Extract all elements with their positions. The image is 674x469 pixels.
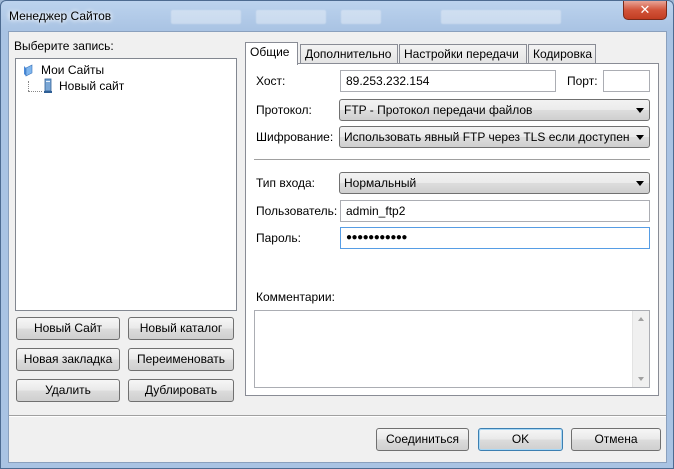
title-bar[interactable]: Менеджер Сайтов ✕: [1, 1, 673, 31]
new-folder-button[interactable]: Новый каталог: [128, 317, 234, 340]
encryption-value: Использовать явный FTP через TLS если до…: [344, 130, 630, 144]
divider: [254, 159, 650, 161]
encryption-select[interactable]: Использовать явный FTP через TLS если до…: [339, 126, 650, 148]
tab-advanced[interactable]: Дополнительно: [300, 44, 398, 64]
protocol-value: FTP - Протокол передачи файлов: [344, 103, 533, 117]
chevron-down-icon: [636, 181, 644, 186]
connect-button[interactable]: Соединиться: [376, 428, 469, 451]
delete-button[interactable]: Удалить: [16, 379, 120, 402]
logon-type-select[interactable]: Нормальный: [339, 172, 650, 194]
dialog-body: Выберите запись: Мои Сайты Новый сайт Но…: [8, 31, 667, 463]
tab-charset[interactable]: Кодировка: [528, 44, 596, 64]
cancel-button[interactable]: Отмена: [571, 428, 661, 451]
chevron-down-icon: [636, 135, 644, 140]
rename-button[interactable]: Переименовать: [128, 348, 234, 371]
site-manager-window: Менеджер Сайтов ✕ Выберите запись: Мои С…: [0, 0, 674, 469]
protocol-select[interactable]: FTP - Протокол передачи файлов: [339, 99, 650, 121]
server-icon: [44, 78, 52, 93]
port-label: Порт:: [567, 74, 598, 88]
new-bookmark-button[interactable]: Новая закладка: [16, 348, 120, 371]
new-site-button[interactable]: Новый Сайт: [16, 317, 120, 340]
folder-icon: [24, 64, 33, 77]
background-blur: [171, 10, 241, 24]
comments-label: Комментарии:: [256, 290, 335, 304]
scroll-up-icon[interactable]: [638, 317, 644, 321]
background-blur: [441, 10, 561, 24]
scroll-down-icon[interactable]: [638, 377, 644, 381]
encryption-label: Шифрование:: [256, 130, 334, 144]
window-title: Менеджер Сайтов: [9, 9, 112, 23]
duplicate-button[interactable]: Дублировать: [128, 379, 234, 402]
comments-textarea[interactable]: [254, 310, 650, 388]
host-input[interactable]: 89.253.232.154: [340, 70, 556, 92]
select-entry-label: Выберите запись:: [14, 39, 114, 53]
user-input[interactable]: admin_ftp2: [340, 200, 650, 222]
host-label: Хост:: [256, 74, 286, 88]
site-tree[interactable]: Мои Сайты Новый сайт: [15, 58, 237, 311]
password-input[interactable]: ●●●●●●●●●●●: [340, 227, 650, 249]
logon-type-label: Тип входа:: [256, 176, 315, 190]
close-icon: ✕: [639, 2, 651, 17]
tab-general[interactable]: Общие: [245, 42, 298, 65]
tab-transfer-settings[interactable]: Настройки передачи: [399, 44, 527, 64]
background-blur: [341, 10, 381, 24]
tree-item-label: Мои Сайты: [41, 63, 105, 77]
background-blur: [256, 10, 326, 24]
general-tab-panel: Хост: 89.253.232.154 Порт: Протокол: FTP…: [245, 63, 659, 396]
tree-connector: [28, 81, 29, 91]
ok-button[interactable]: OK: [478, 428, 563, 451]
password-label: Пароль:: [256, 231, 301, 245]
comments-scrollbar[interactable]: [632, 311, 649, 387]
tree-item-label: Новый сайт: [59, 79, 125, 93]
close-button[interactable]: ✕: [623, 1, 667, 20]
port-input[interactable]: [603, 70, 650, 92]
footer-divider: [9, 415, 666, 417]
protocol-label: Протокол:: [256, 103, 312, 117]
user-label: Пользователь:: [256, 204, 338, 218]
chevron-down-icon: [636, 108, 644, 113]
tree-connector: [28, 91, 42, 92]
logon-type-value: Нормальный: [344, 176, 417, 190]
